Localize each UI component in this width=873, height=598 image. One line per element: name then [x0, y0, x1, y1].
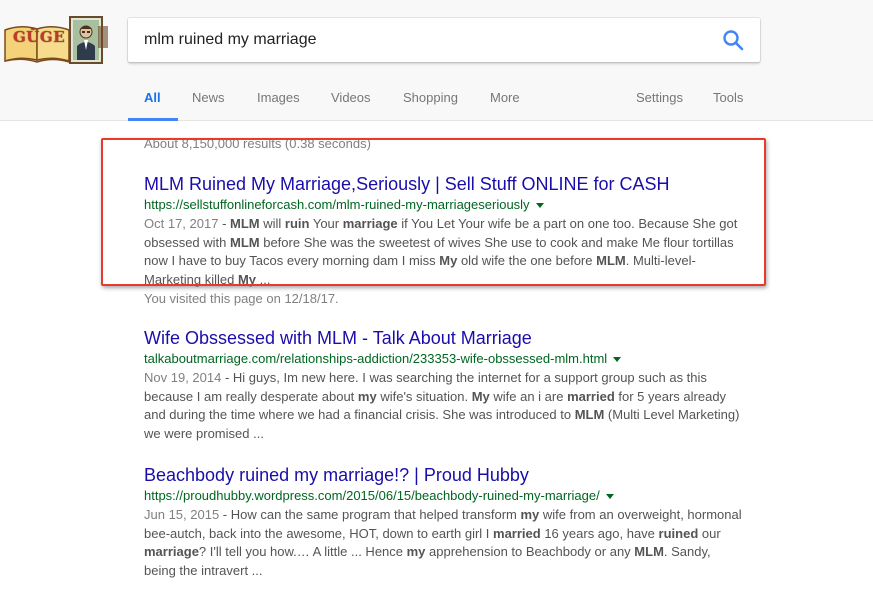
snippet-text: old wife the one before [457, 253, 597, 268]
search-result: MLM Ruined My Marriage,Seriously | Sell … [144, 173, 744, 308]
tab-news[interactable]: News [192, 90, 225, 105]
result-url: talkaboutmarriage.com/relationships-addi… [144, 351, 744, 367]
snippet-text: Your [309, 216, 343, 231]
result-snippet: Oct 17, 2017 - MLM will ruin Your marria… [144, 215, 744, 289]
snippet-text: our [698, 525, 721, 541]
snippet-highlight: MLM [230, 234, 260, 250]
result-date: Nov 19, 2014 [144, 370, 222, 385]
tab-tools[interactable]: Tools [713, 90, 743, 105]
snippet-highlight: married [493, 525, 541, 541]
snippet-text: - How can the same program that helped t… [219, 507, 521, 522]
snippet-highlight: my [406, 544, 426, 559]
chevron-down-icon[interactable] [535, 203, 544, 209]
tab-more[interactable]: More [490, 90, 520, 105]
snippet-text: will [259, 216, 285, 231]
result-title-link[interactable]: Wife Obssessed with MLM - Talk About Mar… [144, 327, 744, 349]
snippet-highlight: MLM [634, 544, 664, 559]
result-url-text: talkaboutmarriage.com/relationships-addi… [144, 351, 608, 366]
snippet-highlight: My [439, 253, 458, 268]
result-snippet: Nov 19, 2014 - Hi guys, Im new here. I w… [144, 369, 744, 443]
search-box[interactable] [128, 18, 760, 62]
snippet-highlight: marriage [144, 544, 199, 559]
snippet-highlight: ruin [284, 216, 310, 231]
active-tab-indicator [128, 118, 178, 121]
search-result: Wife Obssessed with MLM - Talk About Mar… [144, 327, 744, 443]
header: GŬGE All News Images Videos Shopping Mor… [0, 0, 873, 121]
result-snippet: Jun 15, 2015 - How can the same program … [144, 506, 744, 580]
snippet-highlight: marriage [342, 216, 398, 231]
search-button[interactable] [722, 29, 744, 51]
google-doodle-logo[interactable]: GŬGE [3, 16, 111, 66]
tab-settings[interactable]: Settings [636, 90, 683, 105]
snippet-text: - [218, 216, 231, 231]
snippet-highlight: my [520, 507, 540, 522]
snippet-highlight: my [357, 388, 377, 404]
tab-videos[interactable]: Videos [331, 90, 371, 105]
snippet-highlight: MLM [574, 407, 605, 422]
snippet-text: wife's situation. [376, 388, 472, 404]
search-tabs: All News Images Videos Shopping More Set… [0, 78, 873, 121]
logo-text: GŬGE [13, 28, 66, 46]
tab-images[interactable]: Images [257, 90, 300, 105]
visited-notice: You visited this page on 12/18/17. [144, 291, 339, 306]
chevron-down-icon[interactable] [605, 494, 614, 500]
snippet-highlight: ruined [658, 525, 699, 541]
snippet-text: 16 years ago, have [540, 525, 659, 541]
tab-all[interactable]: All [144, 90, 161, 105]
search-result: Beachbody ruined my marriage!? | Proud H… [144, 464, 744, 580]
result-stats: About 8,150,000 results (0.38 seconds) [144, 136, 371, 151]
result-date: Jun 15, 2015 [144, 507, 220, 522]
snippet-text: wife an i are [489, 388, 568, 404]
snippet-text: apprehension to Beachbody or any [425, 544, 635, 559]
search-icon [723, 30, 744, 51]
result-url: https://sellstuffonlineforcash.com/mlm-r… [144, 197, 744, 213]
result-title-link[interactable]: MLM Ruined My Marriage,Seriously | Sell … [144, 173, 744, 195]
result-url: https://proudhubby.wordpress.com/2015/06… [144, 488, 744, 504]
result-title-link[interactable]: Beachbody ruined my marriage!? | Proud H… [144, 464, 744, 486]
snippet-highlight: married [567, 388, 615, 404]
snippet-text: ? I'll tell you how.… A little ... Hence [198, 544, 407, 559]
result-url-text: https://proudhubby.wordpress.com/2015/06… [144, 488, 600, 503]
snippet-highlight: My [237, 271, 256, 287]
result-url-text: https://sellstuffonlineforcash.com/mlm-r… [144, 197, 530, 212]
tab-shopping[interactable]: Shopping [403, 90, 458, 105]
search-input[interactable] [144, 18, 704, 62]
result-date: Oct 17, 2017 [144, 216, 219, 231]
snippet-highlight: MLM [596, 253, 626, 268]
snippet-highlight: MLM [230, 216, 260, 231]
snippet-text: ... [256, 271, 271, 287]
snippet-highlight: My [471, 388, 490, 404]
chevron-down-icon[interactable] [613, 357, 622, 363]
